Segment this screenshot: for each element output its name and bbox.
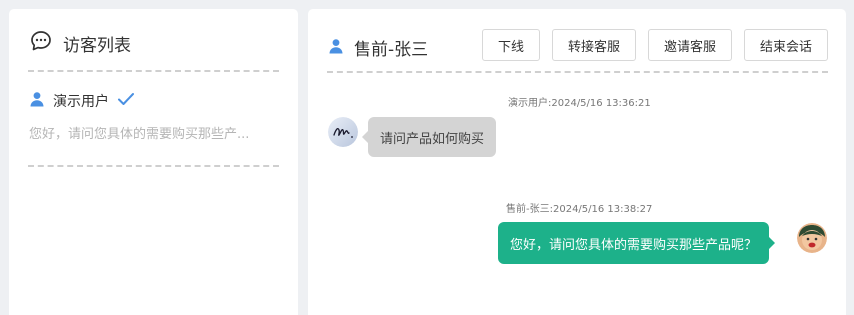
chat-bubble-icon xyxy=(29,29,53,57)
visitor-list-header: 访客列表 xyxy=(29,29,131,57)
visitor-list-panel: 访客列表 演示用户 您好，请问您具体的需要购买那些产... xyxy=(9,9,298,315)
outgoing-message-bubble: 您好，请问您具体的需要购买那些产品呢？ xyxy=(498,222,776,264)
header-divider xyxy=(28,70,279,72)
transfer-agent-button[interactable]: 转接客服 xyxy=(551,29,636,61)
chat-panel: 售前-张三 下线 转接客服 邀请客服 结束会话 演示用户:2024/5/16 1… xyxy=(308,9,846,315)
chat-header-divider xyxy=(327,71,828,73)
end-session-button[interactable]: 结束会话 xyxy=(743,29,828,61)
visitor-item-divider xyxy=(28,165,279,167)
message-meta: 演示用户:2024/5/16 13:36:21 xyxy=(508,98,651,109)
user-icon xyxy=(29,91,45,111)
user-icon xyxy=(328,38,344,58)
visitor-list-title: 访客列表 xyxy=(63,35,131,56)
incoming-message-bubble: 请问产品如何购买 xyxy=(361,117,497,157)
chat-header: 售前-张三 xyxy=(328,35,428,60)
visitor-last-message: 您好，请问您具体的需要购买那些产... xyxy=(29,127,250,142)
checkmark-icon xyxy=(117,91,135,111)
outgoing-message-text: 您好，请问您具体的需要购买那些产品呢？ xyxy=(510,237,758,253)
message-meta: 售前-张三:2024/5/16 13:38:27 xyxy=(506,204,653,215)
visitor-avatar xyxy=(328,117,358,147)
invite-agent-button[interactable]: 邀请客服 xyxy=(647,29,732,61)
incoming-message-text: 请问产品如何购买 xyxy=(380,131,485,147)
agent-name-title: 售前-张三 xyxy=(354,40,429,60)
offline-button[interactable]: 下线 xyxy=(481,29,540,61)
visitor-list-item[interactable]: 演示用户 您好，请问您具体的需要购买那些产... xyxy=(29,91,279,142)
visitor-row: 演示用户 xyxy=(29,91,279,111)
visitor-name: 演示用户 xyxy=(53,94,109,110)
chat-action-buttons: 下线 转接客服 邀请客服 结束会话 xyxy=(481,29,828,61)
agent-avatar xyxy=(797,223,827,253)
